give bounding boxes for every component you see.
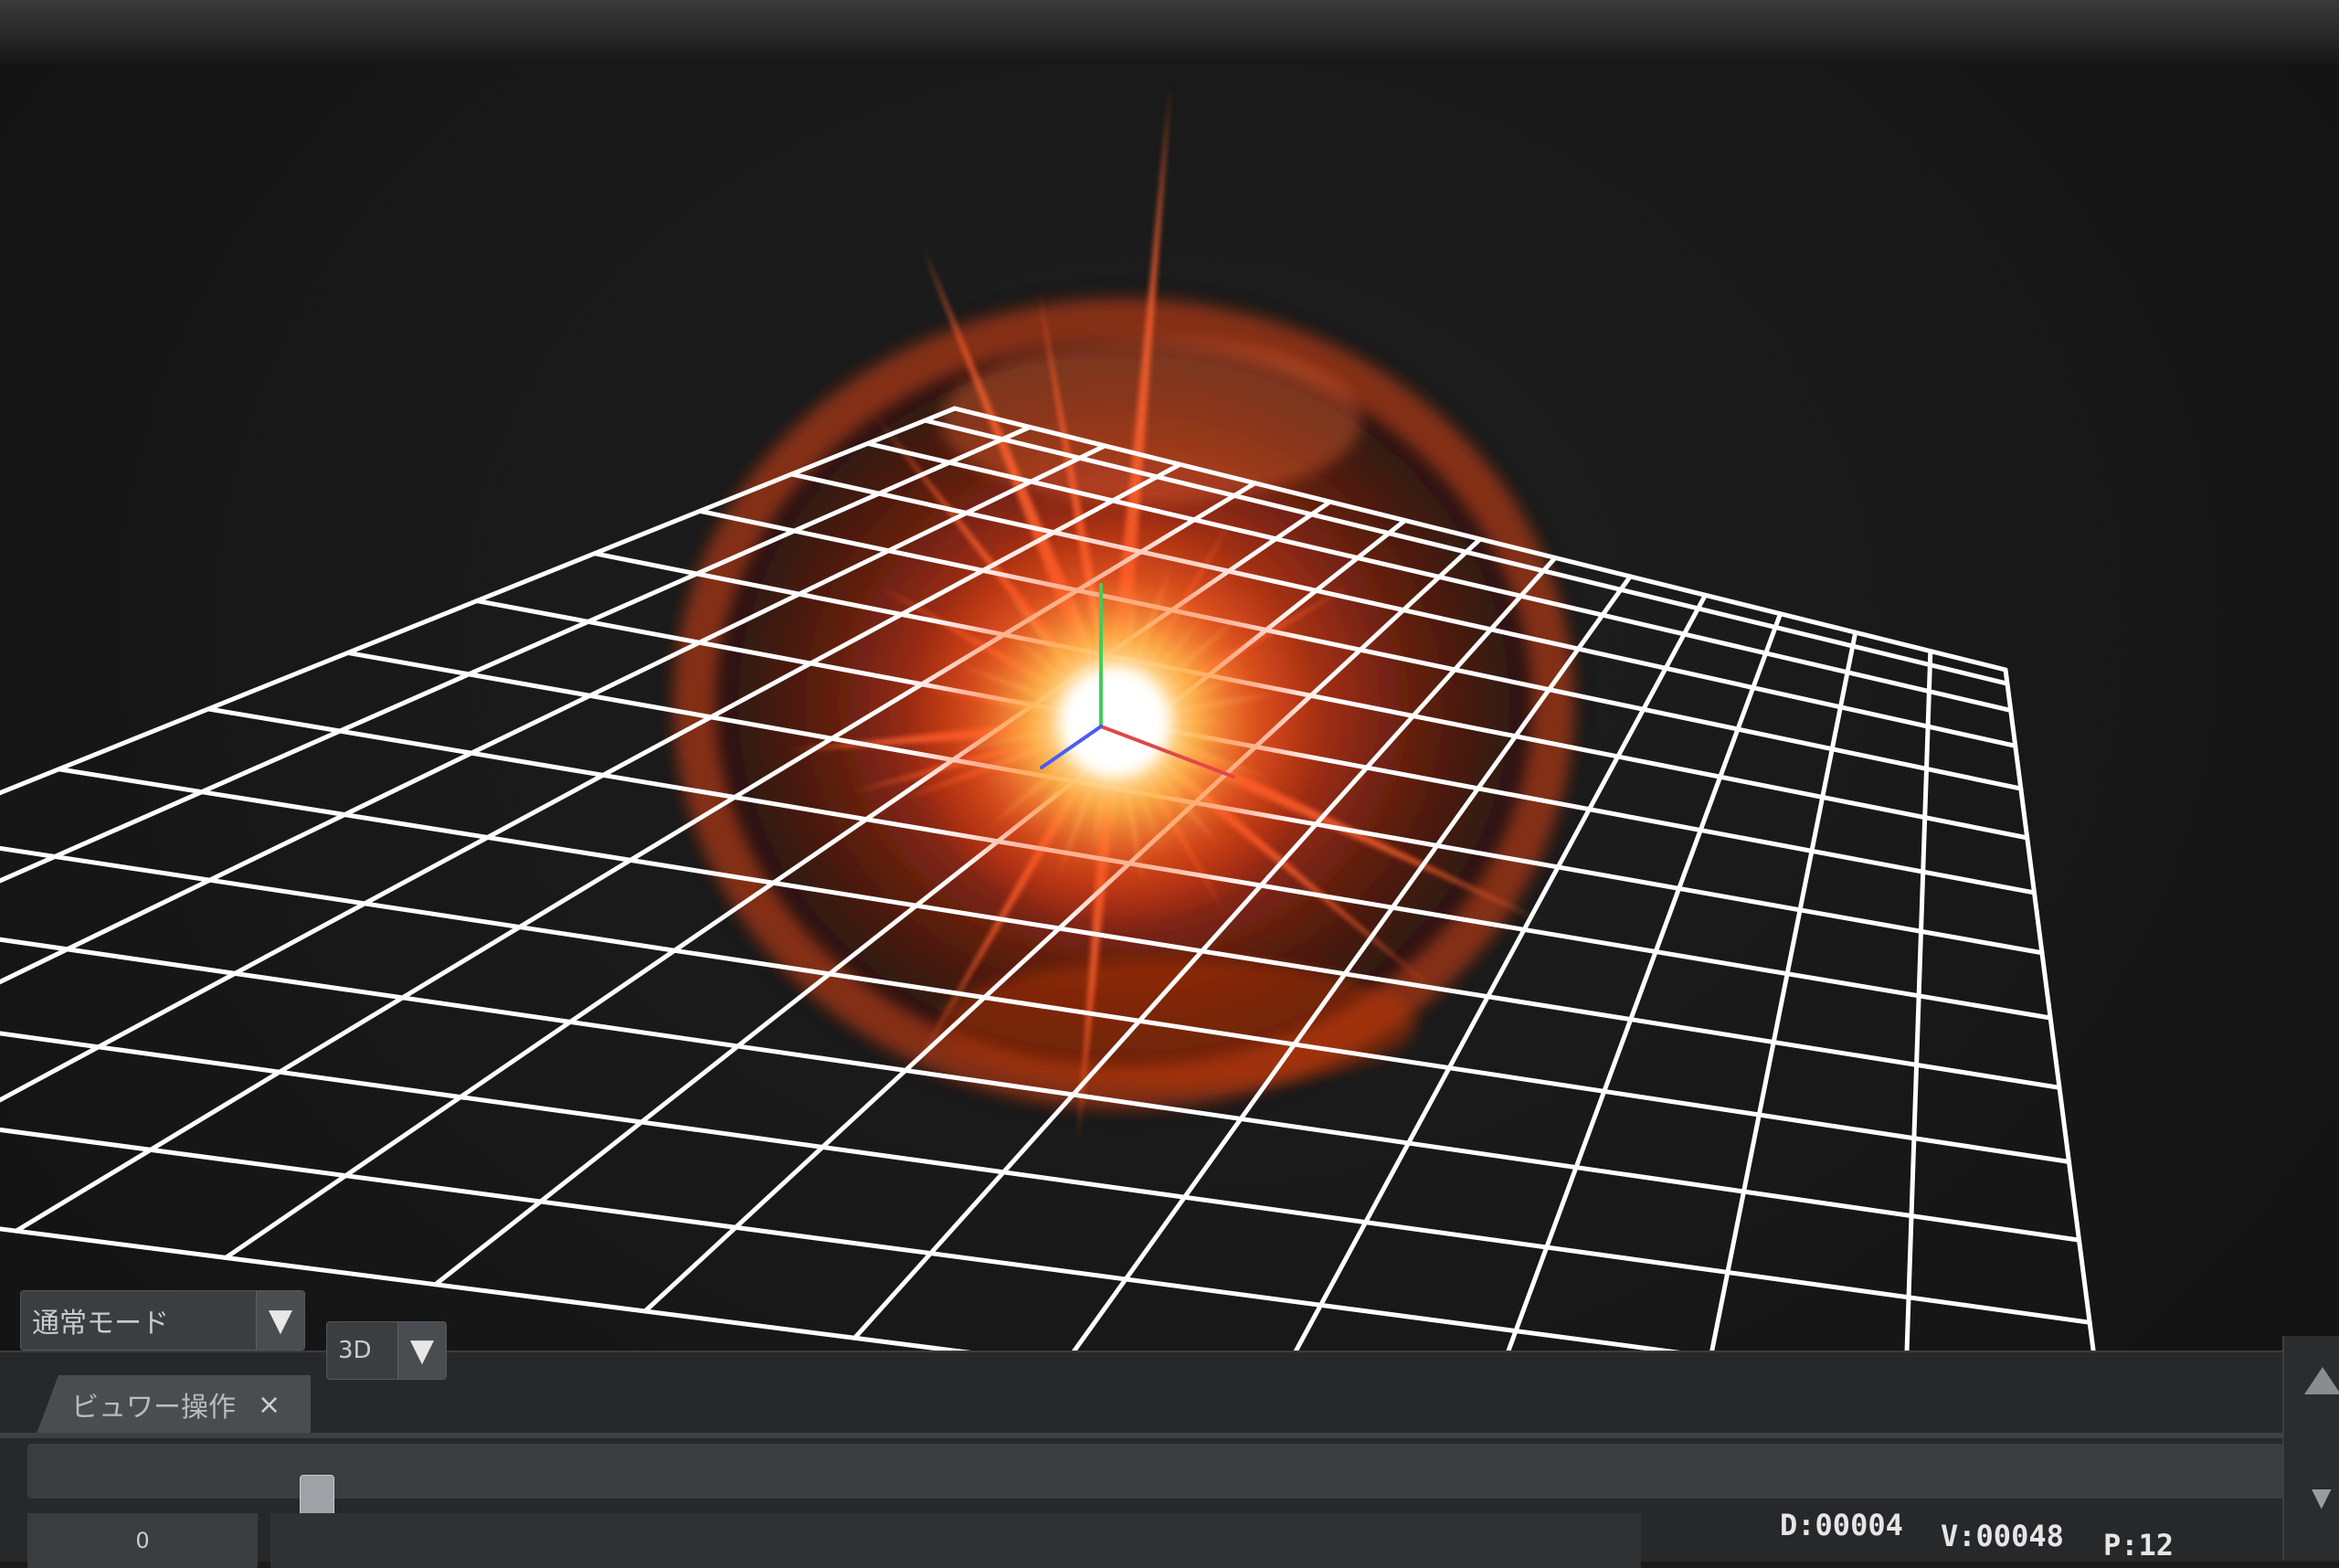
- close-icon[interactable]: ×: [258, 1389, 280, 1421]
- effect-core: [905, 512, 1325, 932]
- mode-select[interactable]: 通常モード ▼: [20, 1290, 305, 1351]
- frame-strip: [270, 1513, 1641, 1568]
- tab-viewer-controls[interactable]: ビュワー操作 ×: [37, 1375, 311, 1434]
- view-select[interactable]: 3D ▼: [326, 1321, 447, 1380]
- triangle-up-icon[interactable]: [2304, 1367, 2339, 1394]
- right-side-panel: ▼: [2282, 1336, 2339, 1560]
- stat-v: V:00048: [1941, 1519, 2064, 1553]
- tab-label: ビュワー操作: [71, 1392, 236, 1424]
- view-select-label: 3D: [338, 1337, 372, 1364]
- tab-strip-divider: [0, 1433, 2339, 1438]
- grid-line-depth: [1690, 630, 1858, 1447]
- frame-value: 0: [135, 1528, 150, 1553]
- triangle-down-icon[interactable]: ▼: [397, 1322, 446, 1379]
- chevron-down-icon[interactable]: ▼: [2312, 1482, 2332, 1512]
- stat-p: P:12: [2103, 1528, 2175, 1563]
- frame-field[interactable]: 0: [27, 1513, 258, 1568]
- mode-select-label: 通常モード: [32, 1308, 169, 1340]
- triangle-down-icon[interactable]: ▼: [256, 1291, 304, 1350]
- timeline-track[interactable]: [27, 1444, 2293, 1499]
- stat-d: D:00004: [1780, 1508, 1903, 1542]
